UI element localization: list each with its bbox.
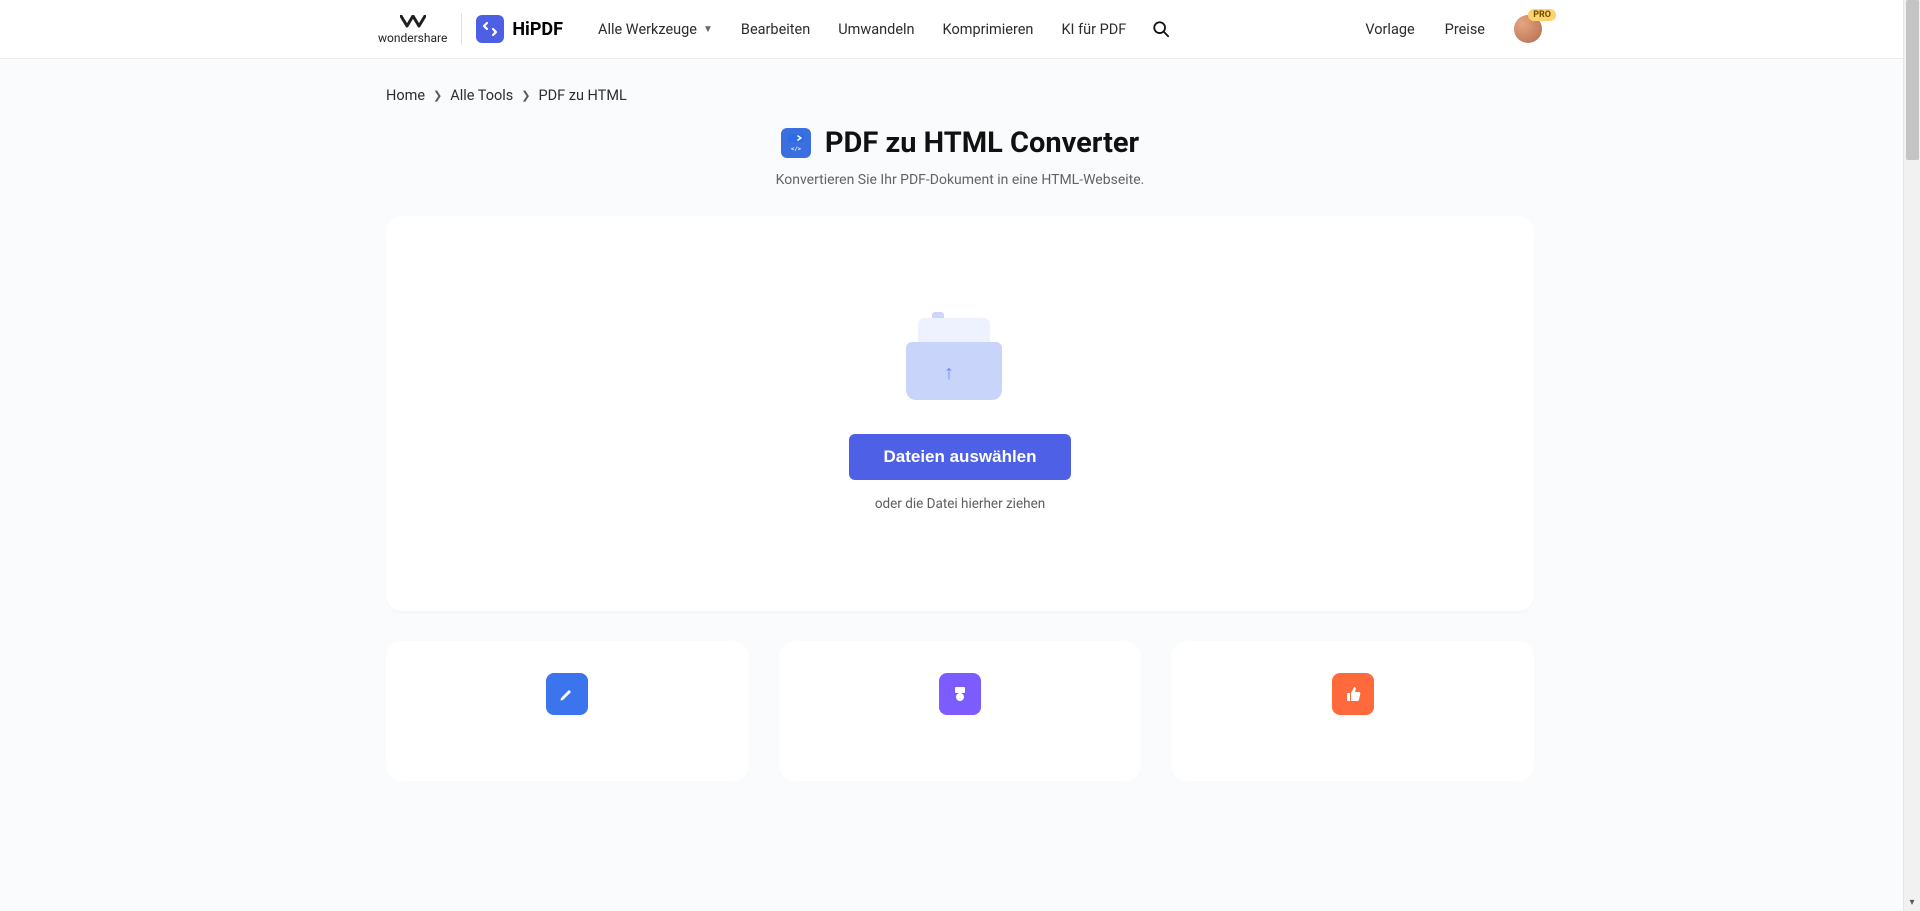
logo-group: wondershare HiPDF (378, 13, 563, 45)
wondershare-logo[interactable]: wondershare (378, 13, 462, 45)
choose-files-button[interactable]: Dateien auswählen (849, 434, 1070, 480)
search-icon (1152, 20, 1170, 38)
nav-all-tools[interactable]: Alle Werkzeuge ▼ (585, 11, 726, 48)
vertical-scrollbar[interactable]: ▾ (1903, 0, 1920, 911)
page-title: PDF zu HTML Converter (825, 126, 1139, 160)
edit-feature-icon (546, 673, 588, 715)
feature-cards-row (386, 641, 1534, 781)
hipdf-logo[interactable]: HiPDF (476, 15, 563, 43)
nav-all-tools-label: Alle Werkzeuge (598, 21, 697, 38)
nav-edit-label: Bearbeiten (741, 21, 810, 38)
feature-card-edit (386, 641, 749, 781)
breadcrumb: Home ❯ Alle Tools ❯ PDF zu HTML (386, 59, 1534, 116)
upload-dropzone[interactable]: ↑ Dateien auswählen oder die Datei hierh… (386, 216, 1534, 611)
medal-feature-icon (939, 673, 981, 715)
search-button[interactable] (1147, 15, 1175, 43)
chevron-down-icon: ▼ (703, 24, 713, 35)
chevron-right-icon: ❯ (433, 89, 442, 102)
thumbs-up-feature-icon (1332, 673, 1374, 715)
nav-convert-label: Umwandeln (838, 21, 914, 38)
drop-hint-text: oder die Datei hierher ziehen (875, 496, 1045, 512)
scrollbar-thumb[interactable] (1906, 0, 1919, 160)
hipdf-mark-icon (476, 15, 504, 43)
nav-template[interactable]: Vorlage (1352, 11, 1427, 48)
feature-card-easy (1171, 641, 1534, 781)
page-content: Home ❯ Alle Tools ❯ PDF zu HTML </> PDF … (380, 59, 1540, 841)
scrollbar-down-arrow[interactable]: ▾ (1904, 894, 1920, 911)
breadcrumb-current: PDF zu HTML (538, 87, 626, 104)
account-menu[interactable]: PRO (1514, 15, 1542, 43)
nav-ai-pdf-label: KI für PDF (1061, 21, 1126, 38)
pro-badge: PRO (1528, 9, 1556, 21)
svg-text:</>: </> (791, 146, 802, 152)
breadcrumb-all-tools[interactable]: Alle Tools (450, 87, 513, 104)
upload-folder-icon: ↑ (900, 310, 1020, 410)
header-right: Vorlage Preise PRO (1352, 11, 1542, 48)
page-subtitle: Konvertieren Sie Ihr PDF-Dokument in ein… (386, 172, 1534, 188)
nav-ai-pdf[interactable]: KI für PDF (1048, 11, 1139, 48)
nav-edit[interactable]: Bearbeiten (728, 11, 823, 48)
nav-compress[interactable]: Komprimieren (930, 11, 1047, 48)
nav-pricing[interactable]: Preise (1432, 11, 1498, 48)
hipdf-logo-text: HiPDF (512, 19, 563, 40)
main-header: wondershare HiPDF Alle Werkzeuge ▼ Bearb… (0, 0, 1920, 59)
primary-nav: Alle Werkzeuge ▼ Bearbeiten Umwandeln Ko… (585, 11, 1175, 48)
wondershare-logo-text: wondershare (378, 31, 447, 45)
nav-template-label: Vorlage (1365, 21, 1414, 38)
nav-convert[interactable]: Umwandeln (825, 11, 927, 48)
feature-card-quality (779, 641, 1142, 781)
pdf-to-html-icon: </> (781, 128, 811, 158)
nav-pricing-label: Preise (1445, 21, 1485, 38)
breadcrumb-home[interactable]: Home (386, 87, 425, 104)
nav-compress-label: Komprimieren (943, 21, 1034, 38)
chevron-right-icon: ❯ (521, 89, 530, 102)
